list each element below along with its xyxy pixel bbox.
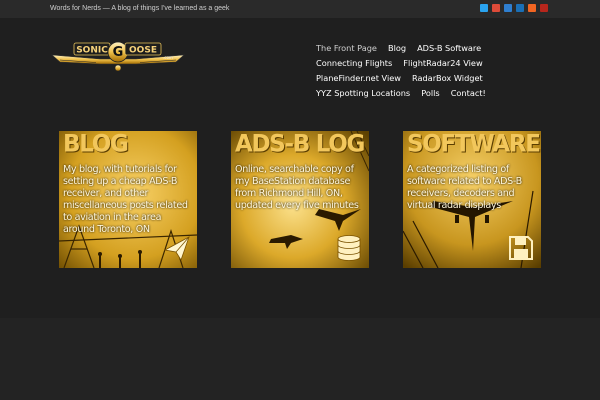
svg-text:OOSE: OOSE [129, 46, 157, 56]
floppy-disk-icon [509, 236, 533, 260]
page-footer-area [0, 318, 600, 400]
blog-card[interactable]: BLOG My blog, with tutorials for setting… [59, 131, 197, 268]
software-card-text: A categorized listing of software relate… [407, 164, 522, 211]
google-plus-icon[interactable] [492, 4, 500, 12]
nav-yyz-spotting-locations[interactable]: YYZ Spotting Locations [316, 88, 410, 98]
nav-contact[interactable]: Contact! [451, 88, 486, 98]
blog-card-text: My blog, with tutorials for setting up a… [63, 164, 188, 235]
blogger-icon[interactable] [504, 4, 512, 12]
ads-b-log-card-text: Online, searchable copy of my BaseStatio… [235, 164, 359, 211]
nav-row: Connecting Flights FlightRadar24 View [316, 55, 556, 70]
youtube-icon[interactable] [540, 4, 548, 12]
top-bar: Words for Nerds — A blog of things I've … [0, 0, 600, 18]
social-links [480, 4, 548, 12]
twitter-icon[interactable] [480, 4, 488, 12]
linkedin-icon[interactable] [516, 4, 524, 12]
software-card[interactable]: SOFTWARE A categorized listing of softwa… [403, 131, 541, 268]
nav-connecting-flights[interactable]: Connecting Flights [316, 58, 392, 68]
main-nav: The Front Page Blog ADS-B Software Conne… [316, 40, 556, 100]
ads-b-log-card-title: ADS-B LOG [235, 131, 365, 158]
ads-b-log-card[interactable]: ADS-B LOG Online, searchable copy of my … [231, 131, 369, 268]
nav-planefinder-view[interactable]: PlaneFinder.net View [316, 73, 401, 83]
site-tagline: Words for Nerds — A blog of things I've … [50, 5, 230, 12]
blog-card-title: BLOG [63, 131, 129, 158]
nav-polls[interactable]: Polls [421, 88, 439, 98]
nav-ads-b-software[interactable]: ADS-B Software [417, 43, 481, 53]
nav-flightradar24-view[interactable]: FlightRadar24 View [403, 58, 482, 68]
nav-row: PlaneFinder.net View RadarBox Widget [316, 70, 556, 85]
software-card-title: SOFTWARE [407, 131, 541, 158]
svg-text:.com: .com [163, 55, 173, 60]
rss-icon[interactable] [528, 4, 536, 12]
svg-text:SONIC: SONIC [76, 46, 108, 56]
paper-plane-icon [163, 236, 190, 261]
database-icon [337, 235, 361, 261]
nav-blog[interactable]: Blog [388, 43, 406, 53]
nav-front-page[interactable]: The Front Page [316, 43, 377, 53]
nav-radarbox-widget[interactable]: RadarBox Widget [412, 73, 483, 83]
logo-letter: G [113, 45, 124, 60]
nav-row: The Front Page Blog ADS-B Software [316, 40, 556, 55]
nav-row: YYZ Spotting Locations Polls Contact! [316, 85, 556, 100]
site-logo[interactable]: SONIC G OOSE .com [50, 40, 186, 72]
